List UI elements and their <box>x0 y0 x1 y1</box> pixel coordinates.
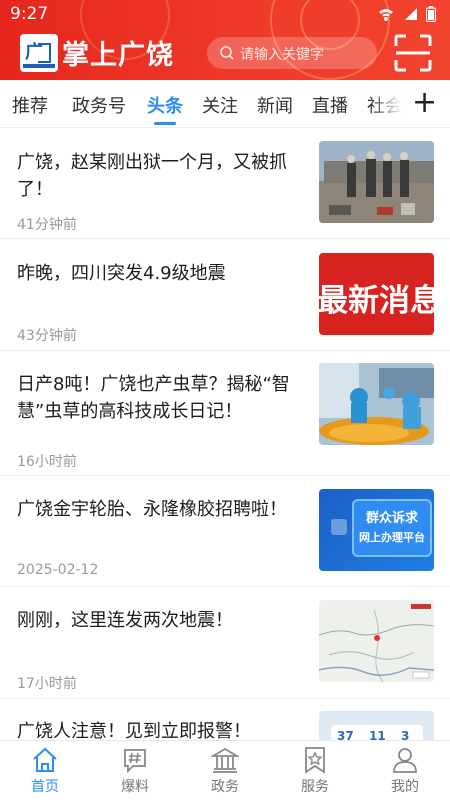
nav-services[interactable]: 服务 <box>270 741 360 800</box>
tab-news[interactable]: 新闻 <box>257 92 293 118</box>
status-icons <box>378 6 436 22</box>
news-title: 刚刚，这里连发两次地震！ <box>17 610 233 631</box>
nav-government[interactable]: 政务 <box>180 741 270 800</box>
news-time: 16小时前 <box>17 454 77 470</box>
tab-headlines[interactable]: 头条 <box>147 92 183 118</box>
nav-label: 我的 <box>391 779 419 795</box>
app-screen: 9:27 广 掌上广饶 请输入关键字 推荐 政务号 头条 关注 新闻 直播 + … <box>0 0 450 800</box>
news-item[interactable]: 日产8吨！广饶也产虫草？揭秘“智慧”虫草的高科技成长日记！ 16小时前 <box>0 351 450 476</box>
news-title: 昨晚，四川突发4.9级地震 <box>17 263 226 284</box>
status-time: 9:27 <box>10 4 49 24</box>
nav-label: 政务 <box>211 779 239 795</box>
platform-title-line2: 网上办理平台 <box>359 531 425 544</box>
tabs-fade <box>370 80 410 127</box>
tab-live[interactable]: 直播 <box>312 92 348 118</box>
news-thumbnail <box>319 141 434 223</box>
breaking-news-banner: 最新消息 <box>319 283 434 319</box>
add-channel-button[interactable]: + <box>412 86 437 120</box>
home-icon <box>33 747 57 772</box>
nav-home[interactable]: 首页 <box>0 741 90 800</box>
scan-icon[interactable] <box>394 34 432 72</box>
government-building-icon <box>211 747 239 773</box>
news-thumbnail <box>319 363 434 445</box>
search-input[interactable]: 请输入关键字 <box>207 37 377 69</box>
signal-icon <box>379 9 393 21</box>
news-item[interactable]: 广饶，赵某刚出狱一个月，又被抓了！ 41分钟前 <box>0 128 450 239</box>
cellular-icon <box>405 8 417 20</box>
earthquake-map <box>319 600 434 682</box>
tab-follow[interactable]: 关注 <box>202 92 238 118</box>
search-placeholder: 请输入关键字 <box>240 47 324 63</box>
news-thumbnail: 最新消息 <box>319 253 434 335</box>
news-item[interactable]: 广饶金宇轮胎、永隆橡胶招聘啦！ 2025-02-12 群众诉求 网上办理平台 <box>0 476 450 587</box>
news-title: 广饶，赵某刚出狱一个月，又被抓了！ <box>17 152 287 200</box>
bottom-navigation: 首页 爆料 政务 服务 我的 <box>0 740 450 800</box>
news-time: 43分钟前 <box>17 328 77 344</box>
decorative-shape <box>331 519 347 535</box>
nav-label: 爆料 <box>121 779 149 795</box>
platform-title-line1: 群众诉求 <box>365 511 418 526</box>
nav-label: 首页 <box>31 779 59 795</box>
news-item[interactable]: 昨晚，四川突发4.9级地震 43分钟前 最新消息 <box>0 239 450 351</box>
news-title: 广饶金宇轮胎、永隆橡胶招聘啦！ <box>17 499 287 520</box>
tab-recommend[interactable]: 推荐 <box>12 92 48 118</box>
status-bar: 9:27 <box>0 0 450 28</box>
service-platform-card: 群众诉求 网上办理平台 <box>352 499 432 557</box>
user-icon <box>393 748 417 773</box>
header-banner: 9:27 广 掌上广饶 请输入关键字 <box>0 0 450 80</box>
tab-government-accounts[interactable]: 政务号 <box>72 92 126 118</box>
news-time: 17小时前 <box>17 676 77 692</box>
nav-label: 服务 <box>301 779 329 795</box>
active-tab-indicator <box>154 122 176 125</box>
app-logo: 广 <box>20 34 58 72</box>
app-title: 掌上广饶 <box>62 40 174 71</box>
hashtag-chat-icon <box>124 749 146 774</box>
news-title: 日产8吨！广饶也产虫草？揭秘“智慧”虫草的高科技成长日记！ <box>17 374 290 422</box>
news-thumbnail: 群众诉求 网上办理平台 <box>319 489 434 571</box>
news-time: 41分钟前 <box>17 217 77 233</box>
news-item[interactable]: 刚刚，这里连发两次地震！ 17小时前 <box>0 587 450 699</box>
nav-profile[interactable]: 我的 <box>360 741 450 800</box>
channel-tabs: 推荐 政务号 头条 关注 新闻 直播 社会 + <box>0 80 450 128</box>
battery-icon <box>426 6 436 22</box>
news-thumbnail <box>319 600 434 682</box>
news-time: 2025-02-12 <box>17 562 99 578</box>
star-bookmark-icon <box>305 747 325 774</box>
nav-tipoff[interactable]: 爆料 <box>90 741 180 800</box>
search-icon <box>220 46 234 60</box>
